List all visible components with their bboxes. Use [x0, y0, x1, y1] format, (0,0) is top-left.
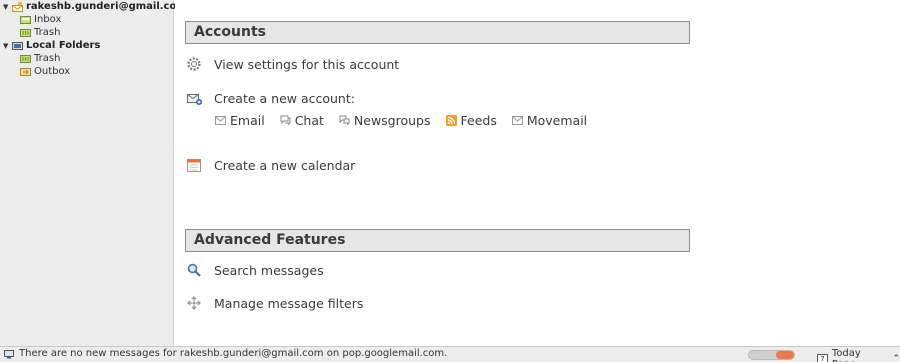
progress-meter — [748, 350, 795, 360]
view-settings-link[interactable]: View settings for this account — [214, 57, 399, 72]
filter-icon — [185, 294, 203, 312]
folder-label: Trash — [34, 27, 61, 38]
create-calendar-row[interactable]: Create a new calendar — [185, 155, 355, 175]
feeds-label: Feeds — [460, 112, 497, 128]
local-folders-icon — [12, 41, 23, 50]
local-folders-label: Local Folders — [26, 40, 101, 51]
collapse-twisty-icon[interactable]: ▼ — [3, 3, 10, 11]
folder-outbox[interactable]: Outbox — [20, 65, 70, 78]
email-icon — [215, 115, 226, 126]
search-messages-link[interactable]: Search messages — [214, 263, 324, 278]
movemail-label: Movemail — [526, 112, 588, 128]
create-email-link[interactable]: Email — [215, 113, 265, 128]
today-pane-label: Today Pane — [831, 348, 861, 362]
chat-label: Chat — [294, 112, 324, 128]
newsgroups-icon — [339, 115, 350, 126]
new-account-icon — [185, 89, 203, 107]
manage-filters-link[interactable]: Manage message filters — [214, 296, 363, 311]
progress-fill — [776, 351, 794, 359]
folder-label: Outbox — [34, 66, 71, 77]
account-label: rakeshb.gunderi@gmail.com — [26, 1, 187, 12]
calendar-icon — [185, 156, 203, 174]
account-row[interactable]: ▼ rakeshb.gunderi@gmail.com — [3, 0, 187, 13]
folder-inbox[interactable]: Inbox — [20, 13, 61, 26]
today-pane-toggle[interactable]: 7 Today Pane ⌃ — [817, 348, 900, 362]
gear-icon — [185, 55, 203, 73]
account-types-list: Email Chat Newsgroups Feeds Movemail — [215, 111, 602, 129]
folder-label: Inbox — [34, 14, 62, 25]
folder-trash[interactable]: Trash — [20, 26, 60, 39]
feeds-icon — [445, 114, 457, 126]
inbox-folder-icon — [20, 15, 31, 24]
today-calendar-icon: 7 — [817, 353, 828, 362]
email-label: Email — [230, 112, 265, 128]
chat-icon — [280, 115, 291, 126]
search-icon — [185, 261, 203, 279]
create-chat-link[interactable]: Chat — [280, 113, 324, 128]
create-account-label: Create a new account: — [214, 90, 355, 106]
folder-local-trash[interactable]: Trash — [20, 52, 60, 65]
create-feeds-link[interactable]: Feeds — [445, 112, 497, 128]
accounts-section-header: Accounts — [185, 21, 690, 44]
local-folders-row[interactable]: ▼ Local Folders — [3, 39, 100, 52]
view-settings-row[interactable]: View settings for this account — [185, 54, 399, 74]
create-newsgroups-link[interactable]: Newsgroups — [339, 113, 431, 128]
folder-pane: ▼ rakeshb.gunderi@gmail.com Inbox Trash … — [0, 0, 187, 346]
movemail-icon — [511, 115, 523, 126]
newsgroups-label: Newsgroups — [353, 112, 431, 128]
create-calendar-link[interactable]: Create a new calendar — [214, 158, 355, 173]
online-status-icon[interactable] — [4, 350, 14, 359]
mail-account-icon — [12, 2, 23, 12]
folder-label: Trash — [34, 53, 61, 64]
trash-folder-icon — [20, 54, 31, 63]
status-bar: There are no new messages for rakeshb.gu… — [0, 346, 900, 362]
collapse-twisty-icon[interactable]: ▼ — [3, 42, 10, 50]
account-central: Accounts View settings for this account … — [175, 0, 900, 346]
status-message: There are no new messages for rakeshb.gu… — [19, 348, 448, 359]
outbox-folder-icon — [20, 67, 31, 76]
chevron-up-icon: ⌃ — [892, 354, 900, 362]
advanced-features-section-header: Advanced Features — [185, 229, 690, 252]
create-account-row: Create a new account: — [185, 88, 355, 108]
create-movemail-link[interactable]: Movemail — [511, 112, 588, 128]
search-messages-row[interactable]: Search messages — [185, 260, 324, 280]
message-filters-row[interactable]: Manage message filters — [185, 293, 363, 313]
trash-folder-icon — [20, 28, 31, 37]
